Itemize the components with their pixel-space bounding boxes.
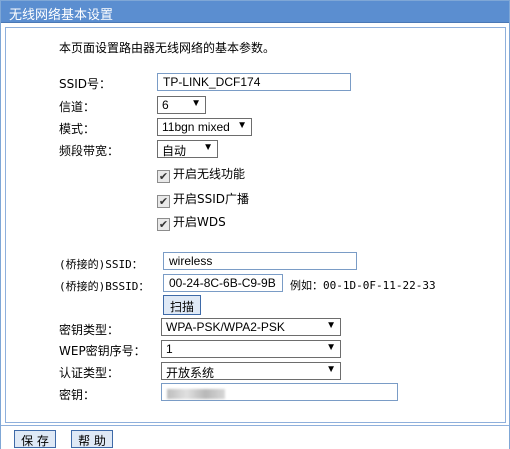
channel-value: 6	[162, 98, 169, 112]
chevron-down-icon: ▼	[203, 142, 213, 153]
channel-label: 信道：	[59, 100, 96, 114]
key-type-value: WPA-PSK/WPA2-PSK	[166, 320, 285, 334]
bandwidth-label: 频段带宽：	[59, 144, 120, 158]
page-description: 本页面设置路由器无线网络的基本参数。	[59, 41, 276, 55]
auth-type-value: 开放系统	[166, 366, 215, 380]
save-button[interactable]: 保 存	[14, 430, 56, 448]
help-button[interactable]: 帮 助	[71, 430, 113, 448]
enable-wds-label: 开启WDS	[173, 215, 226, 229]
bridged-bssid-label: (桥接的)BSSID：	[59, 280, 150, 293]
checkmark-icon: ✔	[157, 170, 170, 183]
enable-ssid-broadcast-label: 开启SSID广播	[173, 192, 250, 206]
wep-index-select[interactable]: 1 ▼	[161, 340, 341, 358]
chevron-down-icon: ▼	[326, 364, 336, 375]
mode-select[interactable]: 11bgn mixed ▼	[157, 118, 252, 136]
ssid-label: SSID号：	[59, 77, 112, 91]
redacted-key	[167, 389, 225, 400]
scan-button[interactable]: 扫描	[163, 295, 201, 315]
bridged-bssid-input[interactable]: 00-24-8C-6B-C9-9B	[163, 274, 283, 292]
bssid-example: 例如：00-1D-0F-11-22-33	[290, 279, 436, 292]
bridged-ssid-label: (桥接的)SSID：	[59, 258, 143, 271]
enable-wireless-label: 开启无线功能	[173, 167, 246, 181]
bridged-ssid-input[interactable]: wireless	[163, 252, 357, 270]
key-label: 密钥：	[59, 388, 96, 402]
chevron-down-icon: ▼	[191, 98, 201, 109]
chevron-down-icon: ▼	[326, 342, 336, 353]
chevron-down-icon: ▼	[326, 320, 336, 331]
enable-wds-checkbox[interactable]: ✔ 开启WDS	[157, 213, 226, 231]
checkmark-icon: ✔	[157, 218, 170, 231]
wep-index-label: WEP密钥序号：	[59, 344, 146, 358]
enable-ssid-broadcast-checkbox[interactable]: ✔ 开启SSID广播	[157, 190, 249, 208]
chevron-down-icon: ▼	[237, 120, 247, 131]
page-title: 无线网络基本设置	[1, 1, 509, 23]
wep-index-value: 1	[166, 342, 173, 356]
auth-type-select[interactable]: 开放系统 ▼	[161, 362, 341, 380]
ssid-input[interactable]: TP-LINK_DCF174	[157, 73, 351, 91]
key-type-select[interactable]: WPA-PSK/WPA2-PSK ▼	[161, 318, 341, 336]
key-type-label: 密钥类型：	[59, 323, 120, 337]
checkmark-icon: ✔	[157, 195, 170, 208]
bandwidth-value: 自动	[162, 144, 187, 158]
bandwidth-select[interactable]: 自动 ▼	[157, 140, 218, 158]
key-input[interactable]	[161, 383, 398, 401]
settings-window: 无线网络基本设置 本页面设置路由器无线网络的基本参数。 SSID号： TP-LI…	[0, 0, 510, 449]
auth-type-label: 认证类型：	[59, 366, 120, 380]
channel-select[interactable]: 6 ▼	[157, 96, 206, 114]
mode-value: 11bgn mixed	[162, 120, 230, 134]
mode-label: 模式：	[59, 122, 96, 136]
enable-wireless-checkbox[interactable]: ✔ 开启无线功能	[157, 165, 245, 183]
